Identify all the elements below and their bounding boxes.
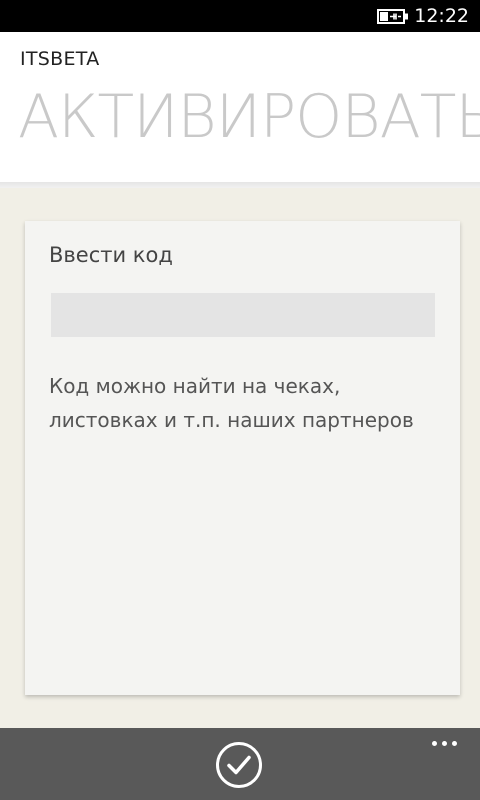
app-name: ITSBETA: [20, 48, 100, 70]
app-bar: [0, 728, 480, 800]
battery-charging-icon: [377, 9, 408, 24]
more-button[interactable]: [424, 732, 464, 754]
card-title: Ввести код: [49, 243, 173, 267]
status-time: 12:22: [414, 5, 469, 27]
page-title: АКТИВИРОВАТЬ: [18, 82, 480, 152]
header: ITSBETA АКТИВИРОВАТЬ: [0, 32, 480, 188]
check-icon: [227, 755, 251, 775]
activation-card: Ввести код Код можно найти на чеках, лис…: [25, 221, 460, 695]
code-input[interactable]: [51, 293, 435, 337]
hint-text: Код можно найти на чеках, листовках и т.…: [49, 374, 414, 432]
confirm-button[interactable]: [216, 742, 262, 788]
status-bar: 12:22: [0, 0, 480, 32]
